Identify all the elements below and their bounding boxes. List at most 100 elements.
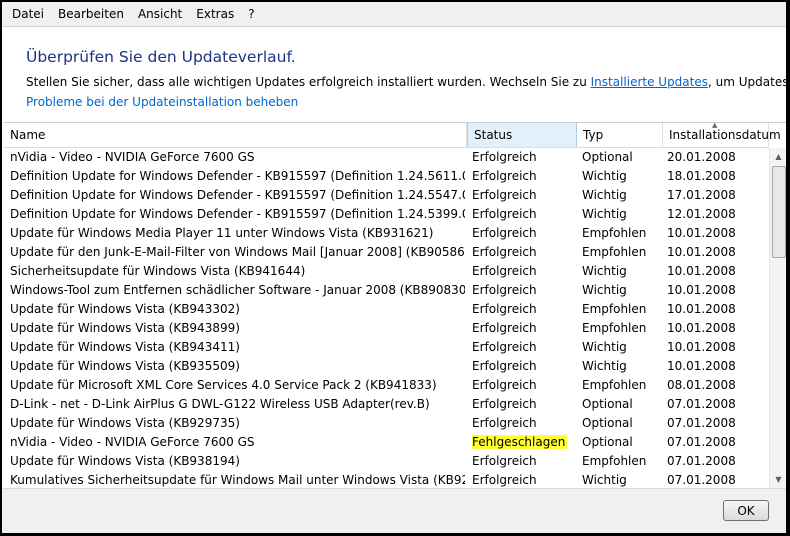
- troubleshoot-link[interactable]: Probleme bei der Updateinstallation behe…: [26, 95, 298, 109]
- cell-date: 08.01.2008: [667, 378, 736, 392]
- cell-status: Erfolgreich: [472, 283, 537, 297]
- cell-type: Empfohlen: [582, 378, 647, 392]
- cell-name: Definition Update for Windows Defender -…: [10, 207, 465, 221]
- cell-date: 10.01.2008: [667, 321, 736, 335]
- cell-date: 10.01.2008: [667, 302, 736, 316]
- cell-name: D-Link - net - D-Link AirPlus G DWL-G122…: [10, 397, 430, 411]
- cell-date: 10.01.2008: [667, 359, 736, 373]
- cell-type: Optional: [582, 435, 633, 449]
- cell-type: Empfohlen: [582, 302, 647, 316]
- menu-bar: Datei Bearbeiten Ansicht Extras ?: [2, 2, 786, 27]
- cell-status: Erfolgreich: [472, 302, 537, 316]
- column-header-name[interactable]: Name: [4, 123, 467, 147]
- table-row[interactable]: nVidia - Video - NVIDIA GeForce 7600 GS E…: [4, 148, 769, 167]
- cell-status: Erfolgreich: [472, 150, 537, 164]
- cell-name: Update für Windows Vista (KB929735): [10, 416, 240, 430]
- cell-date: 10.01.2008: [667, 283, 736, 297]
- table-row[interactable]: Definition Update for Windows Defender -…: [4, 186, 769, 205]
- cell-name: Update für Windows Vista (KB938194): [10, 454, 240, 468]
- cell-status: Erfolgreich: [472, 321, 537, 335]
- column-header-status[interactable]: Status: [467, 123, 577, 147]
- table-row[interactable]: Kumulatives Sicherheitsupdate für Window…: [4, 471, 769, 488]
- table-row[interactable]: Update für Windows Media Player 11 unter…: [4, 224, 769, 243]
- column-header-type[interactable]: Typ: [577, 123, 663, 147]
- scroll-down-arrow-icon[interactable]: ▼: [770, 471, 786, 488]
- cell-type: Wichtig: [582, 473, 627, 487]
- page-description: Stellen Sie sicher, dass alle wichtigen …: [26, 75, 786, 89]
- cell-date: 07.01.2008: [667, 454, 736, 468]
- cell-name: Update für Windows Vista (KB943899): [10, 321, 240, 335]
- cell-name: Sicherheitsupdate für Windows Vista (KB9…: [10, 264, 306, 278]
- cell-type: Wichtig: [582, 169, 627, 183]
- cell-type: Wichtig: [582, 264, 627, 278]
- cell-status: Erfolgreich: [472, 473, 537, 487]
- rows-container: nVidia - Video - NVIDIA GeForce 7600 GS E…: [4, 148, 769, 488]
- menu-ansicht[interactable]: Ansicht: [131, 2, 189, 26]
- cell-status: Erfolgreich: [472, 340, 537, 354]
- table-row[interactable]: Sicherheitsupdate für Windows Vista (KB9…: [4, 262, 769, 281]
- table-row[interactable]: Update für Windows Vista (KB943302) Erfol…: [4, 300, 769, 319]
- cell-type: Optional: [582, 397, 633, 411]
- table-row[interactable]: nVidia - Video - NVIDIA GeForce 7600 GS F…: [4, 433, 769, 452]
- cell-status: Fehlgeschlagen: [472, 433, 577, 452]
- cell-name: nVidia - Video - NVIDIA GeForce 7600 GS: [10, 150, 255, 164]
- cell-status: Erfolgreich: [472, 416, 537, 430]
- cell-status: Erfolgreich: [472, 188, 537, 202]
- cell-date: 20.01.2008: [667, 150, 736, 164]
- cell-type: Wichtig: [582, 188, 627, 202]
- menu-datei[interactable]: Datei: [2, 2, 51, 26]
- cell-date: 10.01.2008: [667, 340, 736, 354]
- table-row[interactable]: Update für den Junk-E-Mail-Filter von Wi…: [4, 243, 769, 262]
- cell-date: 07.01.2008: [667, 435, 736, 449]
- cell-name: Windows-Tool zum Entfernen schädlicher S…: [10, 283, 465, 297]
- cell-status: Erfolgreich: [472, 454, 537, 468]
- cell-date: 07.01.2008: [667, 397, 736, 411]
- cell-date: 07.01.2008: [667, 416, 736, 430]
- table-row[interactable]: Update für Windows Vista (KB935509) Erfol…: [4, 357, 769, 376]
- cell-date: 10.01.2008: [667, 264, 736, 278]
- page-title: Überprüfen Sie den Updateverlauf.: [26, 48, 296, 66]
- cell-type: Wichtig: [582, 283, 627, 297]
- cell-name: Definition Update for Windows Defender -…: [10, 169, 465, 183]
- description-text-before: Stellen Sie sicher, dass alle wichtigen …: [26, 75, 591, 89]
- table-row[interactable]: Windows-Tool zum Entfernen schädlicher S…: [4, 281, 769, 300]
- cell-type: Wichtig: [582, 207, 627, 221]
- scrollbar-thumb[interactable]: [772, 166, 786, 258]
- cell-status: Erfolgreich: [472, 359, 537, 373]
- cell-date: 18.01.2008: [667, 169, 736, 183]
- cell-date: 12.01.2008: [667, 207, 736, 221]
- cell-date: 07.01.2008: [667, 473, 736, 487]
- cell-name: Update für den Junk-E-Mail-Filter von Wi…: [10, 245, 465, 259]
- table-row[interactable]: Update für Windows Vista (KB938194) Erfol…: [4, 452, 769, 471]
- ok-button[interactable]: OK: [723, 500, 769, 521]
- installed-updates-link[interactable]: Installierte Updates: [591, 75, 708, 89]
- table-row[interactable]: Definition Update for Windows Defender -…: [4, 167, 769, 186]
- table-row[interactable]: Update für Windows Vista (KB943899) Erfol…: [4, 319, 769, 338]
- cell-name: Definition Update for Windows Defender -…: [10, 188, 465, 202]
- scroll-up-arrow-icon[interactable]: ▲: [770, 148, 786, 165]
- cell-name: Update für Windows Vista (KB943411): [10, 340, 240, 354]
- cell-name: nVidia - Video - NVIDIA GeForce 7600 GS: [10, 435, 255, 449]
- table-row[interactable]: Update für Windows Vista (KB929735) Erfol…: [4, 414, 769, 433]
- cell-type: Optional: [582, 416, 633, 430]
- cell-name: Update für Windows Media Player 11 unter…: [10, 226, 434, 240]
- table-row[interactable]: Update für Microsoft XML Core Services 4…: [4, 376, 769, 395]
- update-history-window: Datei Bearbeiten Ansicht Extras ? Überpr…: [2, 2, 786, 533]
- cell-status: Erfolgreich: [472, 207, 537, 221]
- cell-type: Empfohlen: [582, 245, 647, 259]
- menu-bearbeiten[interactable]: Bearbeiten: [51, 2, 131, 26]
- cell-type: Wichtig: [582, 340, 627, 354]
- table-row[interactable]: D-Link - net - D-Link AirPlus G DWL-G122…: [4, 395, 769, 414]
- vertical-scrollbar[interactable]: ▲ ▼: [769, 148, 786, 488]
- table-row[interactable]: Definition Update for Windows Defender -…: [4, 205, 769, 224]
- cell-status: Erfolgreich: [472, 245, 537, 259]
- cell-type: Empfohlen: [582, 226, 647, 240]
- column-header-row: Name Status Typ Installationsdatum ▲: [4, 123, 781, 148]
- cell-status: Erfolgreich: [472, 264, 537, 278]
- menu-help[interactable]: ?: [241, 2, 261, 26]
- cell-name: Update für Microsoft XML Core Services 4…: [10, 378, 437, 392]
- menu-extras[interactable]: Extras: [189, 2, 241, 26]
- update-history-list: Name Status Typ Installationsdatum ▲ nVi…: [4, 122, 786, 488]
- table-row[interactable]: Update für Windows Vista (KB943411) Erfol…: [4, 338, 769, 357]
- cell-status: Erfolgreich: [472, 226, 537, 240]
